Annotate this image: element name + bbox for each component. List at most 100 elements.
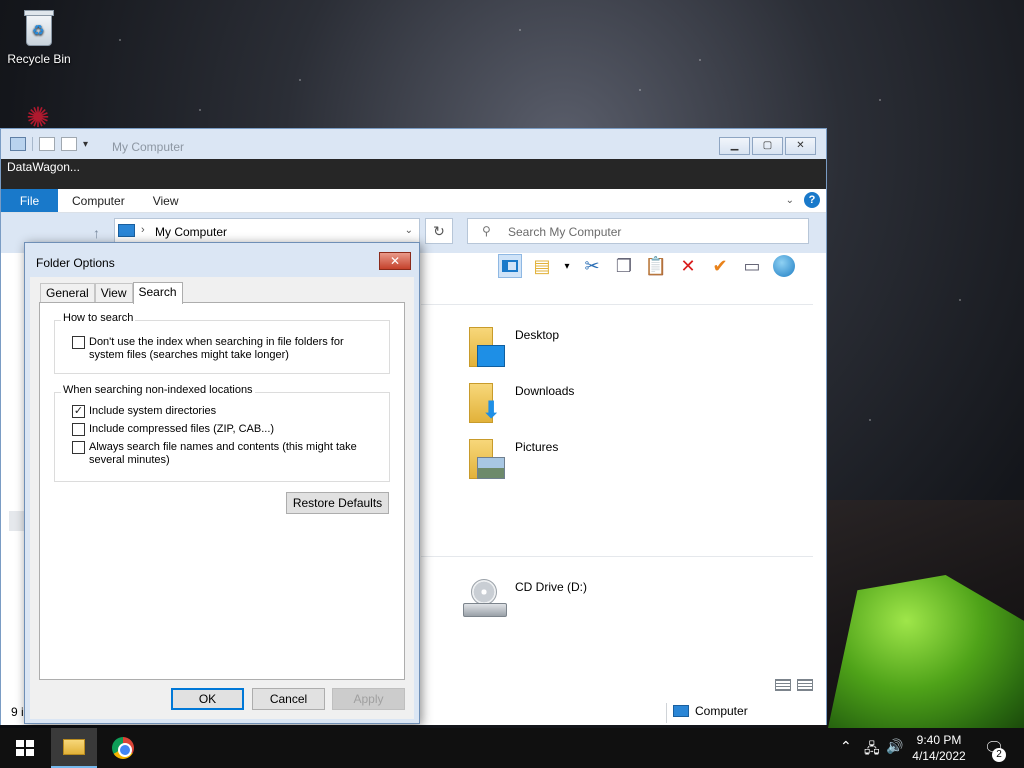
ribbon-tabs: File Computer View ⌄ ? — [1, 189, 826, 213]
checkbox[interactable] — [72, 441, 85, 454]
tab-general[interactable]: General — [40, 283, 95, 303]
drive-cd[interactable]: CD Drive (D:) — [463, 577, 587, 619]
chrome-icon — [112, 737, 134, 759]
ribbon-tab-computer[interactable]: Computer — [58, 189, 139, 212]
search-tab-panel: How to search Don't use the index when s… — [39, 302, 405, 680]
taskbar: ⌃ 🖧 🔊 9:40 PM 4/14/2022 🗨 2 — [0, 728, 1024, 768]
datawagon-app-icon[interactable]: ✺ — [18, 104, 58, 132]
maximize-button[interactable]: ▢ — [752, 137, 783, 155]
option-include-compressed[interactable]: Include compressed files (ZIP, CAB...) — [72, 423, 372, 436]
item-count: 9 i — [11, 705, 24, 719]
globe-icon[interactable] — [772, 254, 796, 278]
option-include-system-dirs[interactable]: ✓ Include system directories — [72, 405, 372, 418]
large-icons-view-icon[interactable] — [797, 679, 813, 691]
option-label: Include compressed files (ZIP, CAB...) — [89, 423, 275, 435]
ribbon-tab-file[interactable]: File — [1, 189, 58, 212]
dropdown-chevron-icon[interactable]: ▾ — [562, 254, 572, 278]
group-label: When searching non-indexed locations — [61, 384, 255, 396]
ok-button[interactable]: OK — [171, 688, 244, 710]
cancel-button[interactable]: Cancel — [252, 688, 325, 710]
computer-icon — [10, 137, 26, 151]
layout-pane-icon[interactable] — [498, 254, 522, 278]
desktop-icon-recycle-bin[interactable]: ♻ Recycle Bin — [6, 8, 72, 66]
window-title: My Computer — [112, 140, 185, 154]
restore-defaults-button[interactable]: Restore Defaults — [286, 492, 389, 514]
search-placeholder: Search My Computer — [508, 225, 622, 239]
nav-pane-selection[interactable] — [9, 511, 25, 531]
dialog-body: General View Search How to search Don't … — [30, 277, 414, 719]
folder-label: Pictures — [515, 440, 559, 454]
taskbar-chrome[interactable] — [100, 728, 146, 768]
apply-button[interactable]: Apply — [332, 688, 405, 710]
explorer-command-toolbar: ▤ ▾ ✂ ❐ 📋 ✕ ✔ ▭ — [498, 254, 796, 278]
checkbox[interactable] — [72, 423, 85, 436]
address-bar[interactable]: › My Computer ⌄ — [114, 218, 420, 244]
folder-pictures[interactable]: Pictures — [467, 437, 558, 479]
group-non-indexed: When searching non-indexed locations ✓ I… — [54, 384, 390, 482]
window-controls: ▁ ▢ ✕ — [719, 137, 816, 155]
folder-desktop[interactable]: Desktop — [467, 325, 559, 367]
cd-drive-icon — [463, 577, 507, 619]
customize-toolbar-chevron-icon[interactable]: ▾ — [83, 139, 88, 150]
address-text: My Computer — [155, 225, 228, 239]
ribbon-tab-view[interactable]: View — [139, 189, 193, 212]
quick-access-toolbar: ▾ — [10, 137, 88, 151]
expand-ribbon-chevron-icon[interactable]: ⌄ — [786, 195, 794, 206]
option-label: Include system directories — [89, 405, 217, 417]
close-button[interactable]: ✕ — [785, 137, 816, 155]
clock-time: 9:40 PM — [916, 733, 962, 747]
recycle-bin-label: Recycle Bin — [7, 52, 71, 66]
checkbox-checked[interactable]: ✓ — [72, 405, 85, 418]
tab-view[interactable]: View — [94, 283, 133, 303]
minimize-button[interactable]: ▁ — [719, 137, 750, 155]
folder-options-dialog: Folder Options ✕ General View Search How… — [24, 242, 420, 724]
folder-label: Desktop — [515, 328, 560, 342]
app-label: DataWagon... — [7, 160, 80, 174]
taskbar-clock[interactable]: 9:40 PM 4/14/2022 — [904, 732, 974, 764]
folder-downloads[interactable]: ⬇ Downloads — [467, 381, 574, 423]
pictures-folder-icon — [467, 437, 507, 479]
dialog-title: Folder Options — [36, 256, 115, 270]
status-location: Computer — [673, 704, 748, 718]
delete-icon[interactable]: ✕ — [676, 254, 700, 278]
refresh-button[interactable]: ↻ — [425, 218, 453, 244]
tab-search[interactable]: Search — [132, 282, 183, 304]
new-folder-icon[interactable]: ▤ — [530, 254, 554, 278]
cut-icon[interactable]: ✂ — [580, 254, 604, 278]
help-icon[interactable]: ? — [804, 192, 820, 208]
dialog-tabs: General View Search — [40, 281, 183, 304]
paste-icon[interactable]: 📋 — [644, 254, 668, 278]
address-dropdown-icon[interactable]: ⌄ — [405, 225, 413, 236]
option-label: Always search file names and contents (t… — [89, 441, 357, 466]
breadcrumb-chevron-icon[interactable]: › — [141, 224, 145, 236]
drive-label: CD Drive (D:) — [515, 580, 587, 594]
search-icon: ⚲ — [482, 224, 491, 238]
dialog-close-button[interactable]: ✕ — [379, 252, 411, 270]
rename-icon[interactable]: ▭ — [740, 254, 764, 278]
volume-icon[interactable]: 🔊 — [886, 738, 903, 755]
option-label: Don't use the index when searching in fi… — [89, 336, 344, 361]
search-input[interactable]: ⚲ Search My Computer — [467, 218, 809, 244]
properties-icon[interactable] — [39, 137, 55, 151]
folder-label: Downloads — [515, 384, 575, 398]
folder-icon — [63, 739, 85, 755]
checkmark-icon[interactable]: ✔ — [708, 254, 732, 278]
copy-icon[interactable]: ❐ — [612, 254, 636, 278]
windows-start-icon[interactable] — [16, 740, 34, 756]
notification-count-badge: 2 — [992, 748, 1006, 762]
checkbox[interactable] — [72, 336, 85, 349]
network-icon[interactable]: 🖧 — [864, 738, 880, 762]
downloads-folder-icon: ⬇ — [467, 381, 507, 423]
taskbar-file-explorer[interactable] — [51, 728, 97, 768]
details-view-icon[interactable] — [775, 679, 791, 691]
view-toggles — [775, 679, 813, 691]
option-dont-use-index[interactable]: Don't use the index when searching in fi… — [72, 336, 372, 362]
computer-icon — [118, 224, 135, 237]
tray-chevron-up-icon[interactable]: ⌃ — [840, 738, 852, 755]
new-folder-icon[interactable] — [61, 137, 77, 151]
group-how-to-search: How to search Don't use the index when s… — [54, 312, 390, 374]
explorer-titlebar: ▾ My Computer ▁ ▢ ✕ — [1, 129, 826, 159]
option-search-contents[interactable]: Always search file names and contents (t… — [72, 441, 358, 467]
up-arrow-icon[interactable]: ↑ — [93, 225, 100, 241]
computer-icon — [673, 705, 689, 717]
